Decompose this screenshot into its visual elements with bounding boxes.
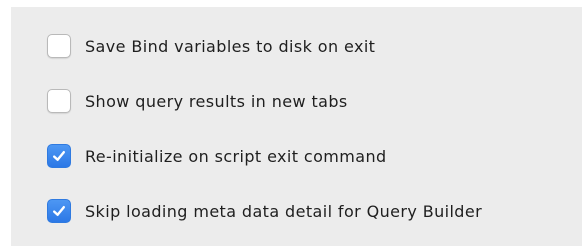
show-query-results-option[interactable]: Show query results in new tabs: [47, 87, 348, 115]
reinitialize-option[interactable]: Re-initialize on script exit command: [47, 142, 387, 170]
save-bind-variables-checkbox[interactable]: [47, 34, 71, 58]
skip-loading-meta-data-label: Skip loading meta data detail for Query …: [85, 201, 483, 221]
reinitialize-checkbox[interactable]: [47, 144, 71, 168]
reinitialize-label: Re-initialize on script exit command: [85, 146, 387, 166]
skip-loading-meta-data-option[interactable]: Skip loading meta data detail for Query …: [47, 197, 482, 225]
save-bind-variables-label: Save Bind variables to disk on exit: [85, 36, 376, 56]
save-bind-variables-option[interactable]: Save Bind variables to disk on exit: [47, 32, 375, 60]
show-query-results-checkbox[interactable]: [47, 89, 71, 113]
checkmark-icon: [53, 151, 65, 161]
skip-loading-meta-data-checkbox[interactable]: [47, 199, 71, 223]
preferences-panel: Save Bind variables to disk on exit Show…: [11, 7, 582, 246]
checkmark-icon: [53, 206, 65, 216]
show-query-results-label: Show query results in new tabs: [85, 91, 348, 111]
